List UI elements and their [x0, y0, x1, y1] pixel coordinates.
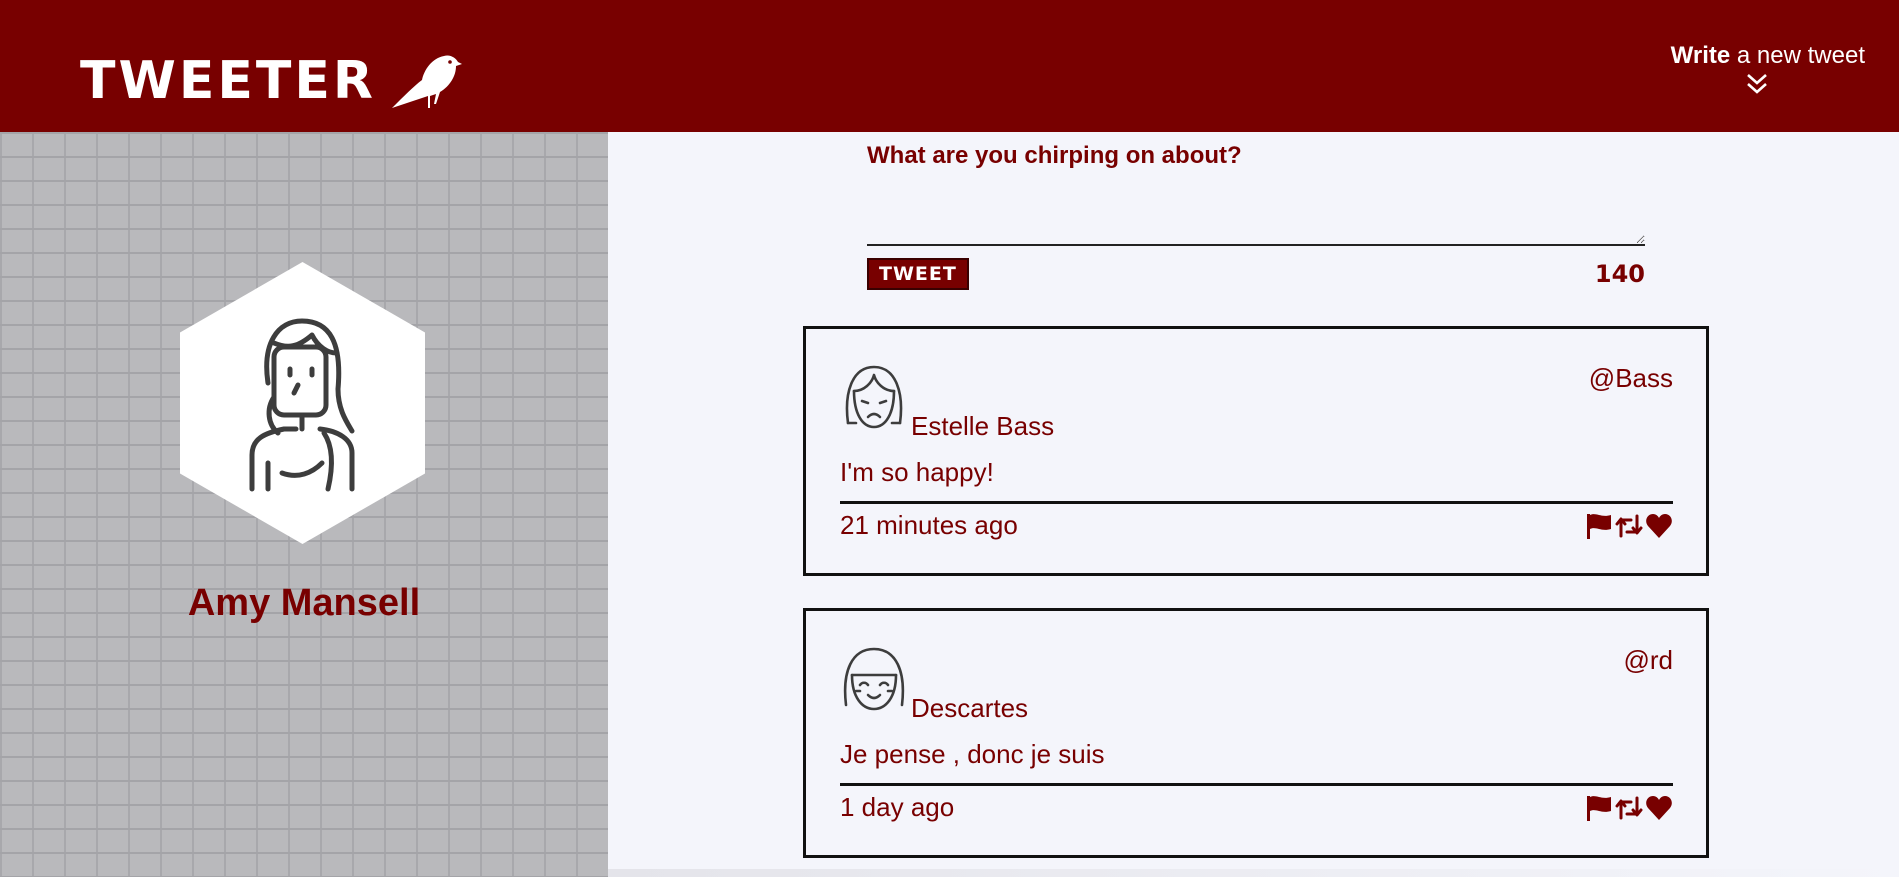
double-chevron-down-icon[interactable]	[1745, 73, 1769, 95]
profile-panel: Amy Mansell	[0, 132, 608, 877]
sad-girl-avatar-icon	[845, 365, 903, 429]
write-tweet-label: Write a new tweet	[1625, 42, 1865, 71]
page-bottom-edge	[608, 869, 1899, 877]
tweet-actions	[1585, 794, 1673, 822]
tweet-footer: 21 minutes ago	[840, 501, 1673, 541]
tweet-author-name: Estelle Bass	[911, 411, 1055, 441]
main-content: What are you chirping on about? TWEET 14…	[608, 132, 1899, 877]
profile-avatar	[180, 262, 425, 544]
write-tweet-rest: a new tweet	[1730, 42, 1865, 69]
logo-text: TWEETER	[80, 51, 376, 111]
profile-name: Amy Mansell	[187, 582, 421, 624]
tweet-input[interactable]	[867, 184, 1645, 246]
tweet-timestamp: 21 minutes ago	[840, 510, 1018, 540]
composer-actions: TWEET 140	[867, 258, 1645, 290]
tweet-content: Je pense , donc je suis	[840, 739, 1105, 769]
top-nav: TWEETER Write a new tweet	[0, 0, 1899, 132]
character-counter: 140	[1594, 260, 1645, 288]
flag-icon[interactable]	[1585, 512, 1613, 540]
heart-icon[interactable]	[1645, 512, 1673, 540]
tweet-header: Descartes @rd	[806, 611, 1706, 723]
tweet-header: Estelle Bass @Bass	[806, 329, 1706, 441]
tweet-card: Descartes @rd Je pense , donc je suis 1 …	[803, 608, 1709, 858]
write-tweet-strong: Write	[1670, 42, 1731, 69]
tweet-actions	[1585, 512, 1673, 540]
tweet-author-handle: @rd	[1623, 645, 1673, 675]
tweet-card: Estelle Bass @Bass I'm so happy! 21 minu…	[803, 326, 1709, 576]
heart-icon[interactable]	[1645, 794, 1673, 822]
write-tweet-toggle[interactable]: Write a new tweet	[1625, 42, 1865, 100]
tweet-author-handle: @Bass	[1588, 363, 1673, 393]
retweet-icon[interactable]	[1615, 794, 1643, 822]
retweet-icon[interactable]	[1615, 512, 1643, 540]
tweet-button[interactable]: TWEET	[867, 258, 969, 290]
flag-icon[interactable]	[1585, 794, 1613, 822]
tweet-content: I'm so happy!	[840, 457, 994, 487]
tweet-timestamp: 1 day ago	[840, 792, 955, 822]
logo[interactable]: TWEETER	[80, 52, 462, 110]
woman-avatar-icon	[249, 318, 354, 492]
tweet-footer: 1 day ago	[840, 783, 1673, 823]
smiling-girl-avatar-icon	[843, 647, 905, 711]
bird-icon	[391, 55, 462, 108]
tweet-author-name: Descartes	[911, 693, 1029, 723]
new-tweet-form: What are you chirping on about? TWEET 14…	[867, 142, 1645, 290]
composer-label: What are you chirping on about?	[867, 142, 1242, 169]
